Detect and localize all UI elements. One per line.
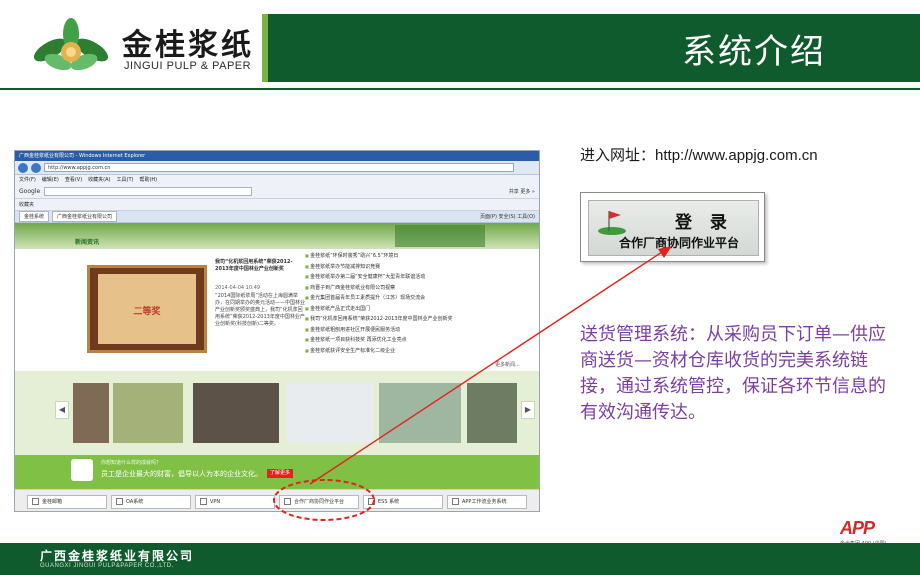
news-item[interactable]: 金桂浆纸获评安全生产标准化二级企业 — [305, 346, 505, 357]
briefcase-icon — [71, 459, 93, 481]
url-prefix: 进入网址： — [580, 146, 656, 164]
banner-image — [395, 225, 485, 247]
play-icon — [368, 497, 375, 505]
certificate-text: 二等奖 — [133, 307, 161, 317]
gallery-photo[interactable] — [379, 383, 461, 443]
learn-more-button[interactable]: 了解更多 — [267, 469, 293, 478]
news-list: 金桂浆纸“环保时装秀”助兴“6.5”环境日 金桂浆纸举办节能减排知识竞赛 金桂浆… — [305, 251, 505, 356]
jingui-logo: 金桂浆纸 JINGUI PULP & PAPER — [28, 14, 268, 80]
play-icon — [200, 497, 207, 505]
browser-tabs: 金桂系统 广西金桂浆纸业有限公司 页面(P) 安全(S) 工具(O) — [15, 211, 539, 223]
gallery-photo[interactable] — [73, 383, 109, 443]
browser-tools[interactable]: 页面(P) 安全(S) 工具(O) — [480, 213, 535, 220]
forward-icon[interactable] — [31, 162, 41, 173]
news-item[interactable]: 金桂浆纸“环保时装秀”助兴“6.5”环境日 — [305, 251, 505, 262]
google-label: Google — [19, 188, 41, 195]
app-logo-mark: APP — [840, 518, 875, 538]
back-icon[interactable] — [18, 162, 28, 173]
menu-tools[interactable]: 工具(T) — [117, 175, 134, 185]
portal-ess-button[interactable]: ESS 系统 — [363, 494, 443, 509]
news-item[interactable]: 金光集团首届青年员工素质提升（江苏）现场交流会 — [305, 293, 505, 304]
gallery-photo[interactable] — [287, 383, 373, 443]
entry-url-link[interactable]: http://www.appjg.com.cn — [655, 147, 818, 164]
portal-links: 金桂邮箱 OA系统 VPN 合作厂商协同作业平台 ESS 系统 APP工作流业务… — [15, 489, 539, 511]
entry-url-line: 进入网址：http://www.appjg.com.cn — [580, 144, 818, 165]
title-bar-accent — [262, 14, 268, 82]
google-toolbar: Google 共享 更多 » — [15, 185, 539, 199]
browser-title-bar: 广西金桂浆纸业有限公司 - Windows Internet Explorer — [15, 151, 539, 161]
gallery-photo[interactable] — [193, 383, 279, 443]
login-title: 登 录 — [675, 213, 733, 233]
featured-news-body: “2014国际纸浆周”活动在上海圆满举办，在同期举办的奥元活动——中国林业产业创… — [215, 293, 306, 327]
google-search-input[interactable] — [44, 187, 253, 196]
news-item[interactable]: 金桂浆纸产品正式走出国门 — [305, 304, 505, 315]
portal-oa-button[interactable]: OA系统 — [111, 494, 191, 509]
favorites-bar: 收藏夹 — [15, 199, 539, 211]
portal-vpn-button[interactable]: VPN — [195, 494, 275, 509]
featured-news-date: 2014-04-04 10:49 — [215, 285, 261, 291]
logo-english-name: JINGUI PULP & PAPER — [124, 60, 252, 72]
news-item[interactable]: 我司“化机浆回用系统”荣获2012-2013年度中国林业产业创新奖 — [305, 314, 505, 325]
mail-icon — [32, 497, 39, 505]
slide-footer: 广西金桂浆纸业有限公司 GUANGXI JINGUI PULP&PAPER CO… — [0, 543, 920, 575]
header-divider — [0, 88, 920, 90]
url-field[interactable]: http://www.appjg.com.cn — [44, 163, 514, 172]
featured-news-headline[interactable]: 我司“化机浆回用系统”荣获2012-2013年度中国林业产业创新奖 — [215, 259, 305, 273]
menu-bar: 文件(F) 编辑(E) 查看(V) 收藏夹(A) 工具(T) 帮助(H) — [15, 175, 539, 185]
more-news-link[interactable]: 更多新闻... — [495, 361, 520, 368]
gallery-prev-icon[interactable]: ◀ — [55, 401, 69, 419]
menu-help[interactable]: 帮助(H) — [139, 175, 157, 185]
menu-favorites[interactable]: 收藏夹(A) — [88, 175, 110, 185]
gallery-next-icon[interactable]: ▶ — [521, 401, 535, 419]
google-toolbar-extras[interactable]: 共享 更多 » — [509, 188, 535, 195]
golf-flag-icon — [598, 211, 626, 235]
login-button[interactable]: 登 录 合作厂商协同作业平台 — [580, 192, 765, 262]
system-description: 送货管理系统：从采购员下订单—供应商送货—资材仓库收货的完美系统链接，通过系统管… — [580, 324, 886, 423]
company-name-cn: 广西金桂浆纸业有限公司 — [40, 549, 195, 563]
portal-app-workflow-button[interactable]: APP工作流业务系统 — [447, 494, 527, 509]
slide-header: 金桂浆纸 JINGUI PULP & PAPER 系统介绍 — [0, 0, 920, 92]
news-item[interactable]: 金桂浆纸举办节能减排知识竞赛 — [305, 262, 505, 273]
portal-mail-button[interactable]: 金桂邮箱 — [27, 494, 107, 509]
news-section-title: 新闻资讯 — [75, 239, 100, 246]
news-item[interactable]: 金桂浆纸举办第二届“安全健康杯”大型青年联谊活动 — [305, 272, 505, 283]
play-icon — [116, 497, 123, 505]
news-item[interactable]: 商晋子到广西金桂浆纸业有限公司视察 — [305, 283, 505, 294]
award-certificate-image: 二等奖 — [87, 265, 207, 353]
tab-jingui-system[interactable]: 金桂系统 — [19, 211, 50, 222]
menu-edit[interactable]: 编辑(E) — [42, 175, 59, 185]
browser-screenshot: 广西金桂浆纸业有限公司 - Windows Internet Explorer … — [14, 150, 540, 512]
culture-question: 你想知道什么样的成就吗？ — [101, 460, 162, 466]
intranet-page: 新闻资讯 二等奖 我司“化机浆回用系统”荣获2012-2013年度中国林业产业创… — [15, 223, 539, 511]
portal-supplier-platform-button[interactable]: 合作厂商协同作业平台 — [279, 494, 359, 509]
login-platform-name: 合作厂商协同作业平台 — [619, 236, 740, 250]
news-item[interactable]: 金桂浆纸一项目获科技奖 再添优化工业亮点 — [305, 335, 505, 346]
culture-banner: 你想知道什么样的成就吗？ 员工是企业最大的财富，倡导以人为本的企业文化。 了解更… — [15, 455, 539, 489]
tab-jingui-company[interactable]: 广西金桂浆纸业有限公司 — [52, 211, 118, 222]
logo-chinese-name: 金桂浆纸 — [122, 28, 254, 63]
menu-view[interactable]: 查看(V) — [65, 175, 82, 185]
gallery-photo[interactable] — [113, 383, 183, 443]
flower-logo-icon — [33, 18, 109, 71]
favorites-button[interactable]: 收藏夹 — [19, 201, 34, 208]
company-name-en: GUANGXI JINGUI PULP&PAPER CO.,LTD. — [40, 563, 174, 569]
play-icon — [452, 497, 459, 505]
news-item[interactable]: 金桂浆纸粗刨用进社区开展便民服务活动 — [305, 325, 505, 336]
photo-gallery: ◀ ▶ — [15, 371, 539, 455]
slide-title: 系统介绍 — [682, 32, 826, 72]
address-bar: http://www.appjg.com.cn — [15, 161, 539, 175]
culture-slogan: 员工是企业最大的财富，倡导以人为本的企业文化。 — [101, 470, 262, 478]
people-icon — [284, 497, 291, 505]
gallery-photo[interactable] — [467, 383, 517, 443]
menu-file[interactable]: 文件(F) — [19, 175, 36, 185]
